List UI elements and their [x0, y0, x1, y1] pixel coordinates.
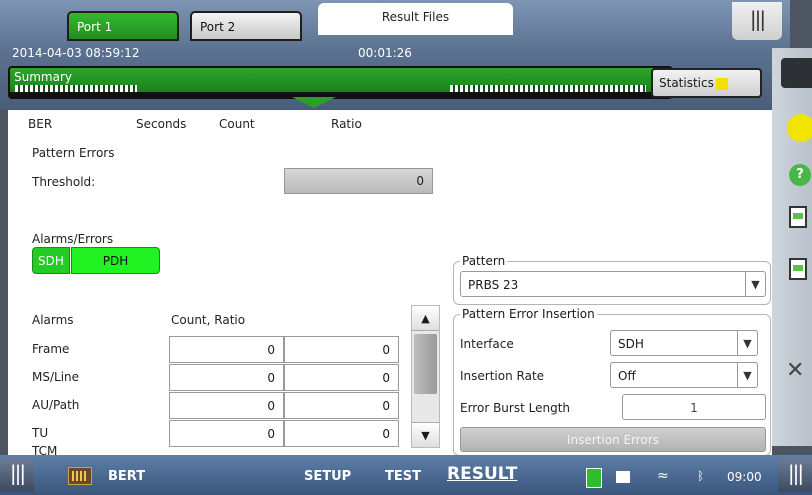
cell-ms-line-count: 0: [169, 364, 284, 391]
insertion-rate-label: Insertion Rate: [460, 369, 545, 383]
row-label-au-path: AU/Path: [32, 398, 80, 412]
threshold-field[interactable]: 0: [284, 168, 433, 194]
date-time: 2014-04-03 08:59:12: [12, 46, 140, 60]
toggle-pdh[interactable]: PDH: [71, 247, 160, 274]
top-bar: Port 1 Port 2 Result Files ||| 2014-04-0…: [0, 0, 790, 110]
report-icon[interactable]: [789, 206, 807, 228]
tab-port-1[interactable]: Port 1: [67, 11, 179, 41]
error-burst-length-field[interactable]: 1: [622, 394, 766, 420]
cell-tu-ratio: 0: [284, 420, 399, 447]
cell-frame-count: 0: [169, 336, 284, 363]
summary-segment-left: [15, 85, 137, 92]
alarms-errors-label: Alarms/Errors: [32, 232, 114, 246]
bert-icon[interactable]: [68, 467, 92, 485]
scroll-up-icon[interactable]: ▲: [412, 306, 439, 331]
cell-frame-ratio: 0: [284, 336, 399, 363]
col-alarms: Alarms: [32, 313, 74, 327]
clock: 09:00: [727, 470, 762, 484]
grip-icon[interactable]: |||: [0, 458, 34, 492]
cell-au-path-ratio: 0: [284, 392, 399, 419]
col-ratio: Ratio: [331, 117, 362, 131]
summary-divider: [10, 92, 671, 97]
statistics-button[interactable]: Statistics: [651, 68, 762, 98]
cell-ms-line-ratio: 0: [284, 364, 399, 391]
col-count: Count: [219, 117, 255, 131]
interface-value: SDH: [618, 337, 644, 351]
insertion-errors-button[interactable]: Insertion Errors: [460, 427, 766, 452]
row-label-frame: Frame: [32, 342, 70, 356]
battery-icon: [586, 468, 602, 488]
statistics-label: Statistics: [659, 76, 714, 90]
pattern-errors-label: Pattern Errors: [32, 146, 115, 160]
pattern-value: PRBS 23: [468, 278, 519, 292]
pattern-dropdown[interactable]: PRBS 23 ▼: [460, 271, 766, 297]
summary-segment-right: [450, 85, 646, 92]
results-panel: BER Seconds Count Ratio Pattern Errors T…: [8, 110, 772, 456]
right-side-rail: ? ✕: [772, 48, 812, 446]
toggle-sdh[interactable]: SDH: [32, 247, 70, 274]
rail-top-button[interactable]: [781, 58, 812, 88]
summary-bar[interactable]: Summary: [8, 66, 673, 99]
threshold-label: Threshold:: [32, 175, 96, 189]
tab-port-2[interactable]: Port 2: [190, 11, 302, 41]
report-edit-icon[interactable]: [789, 258, 807, 280]
insertion-rate-value: Off: [618, 369, 636, 383]
row-label-ms-line: MS/Line: [32, 370, 80, 384]
nav-setup[interactable]: SETUP: [304, 469, 351, 484]
cell-au-path-count: 0: [169, 392, 284, 419]
grip-icon[interactable]: |||: [732, 2, 782, 40]
col-seconds: Seconds: [136, 117, 187, 131]
row-label-tu: TU: [32, 426, 49, 440]
insertion-group-title: Pattern Error Insertion: [460, 307, 597, 321]
alarms-scrollbar[interactable]: ▲ ▼: [411, 305, 440, 448]
nav-test[interactable]: TEST: [385, 469, 421, 484]
bottom-bar: ||| BERT SETUP TEST RESULT ≈ ᛒ 09:00 |||: [0, 455, 812, 495]
camera-icon: [616, 471, 630, 483]
col-count-ratio: Count, Ratio: [171, 313, 246, 327]
chevron-down-icon: ▼: [737, 363, 757, 387]
elapsed-time: 00:01:26: [358, 46, 412, 60]
interface-label: Interface: [460, 337, 514, 351]
status-led-icon[interactable]: [787, 114, 812, 142]
help-icon[interactable]: ?: [789, 164, 811, 186]
nav-result[interactable]: RESULT: [447, 464, 517, 484]
cell-tu-count: 0: [169, 420, 284, 447]
error-burst-length-label: Error Burst Length: [460, 401, 570, 415]
interface-dropdown[interactable]: SDH ▼: [610, 330, 758, 356]
summary-pointer-icon: [292, 97, 336, 108]
status-indicator-icon: [716, 78, 728, 90]
tab-result-files[interactable]: Result Files: [318, 3, 513, 35]
chevron-down-icon: ▼: [737, 331, 757, 355]
wifi-icon: ≈: [657, 468, 669, 484]
pattern-group-title: Pattern: [460, 254, 508, 268]
insertion-rate-dropdown[interactable]: Off ▼: [610, 362, 758, 388]
tools-icon[interactable]: ✕: [786, 358, 804, 383]
summary-label: Summary: [14, 70, 72, 84]
ber-heading: BER: [28, 117, 53, 131]
grip-icon[interactable]: |||: [778, 458, 812, 492]
bluetooth-icon: ᛒ: [697, 469, 705, 483]
scroll-thumb[interactable]: [414, 334, 437, 394]
app-label: BERT: [108, 469, 146, 484]
chevron-down-icon: ▼: [745, 272, 765, 296]
scroll-down-icon[interactable]: ▼: [412, 422, 439, 447]
